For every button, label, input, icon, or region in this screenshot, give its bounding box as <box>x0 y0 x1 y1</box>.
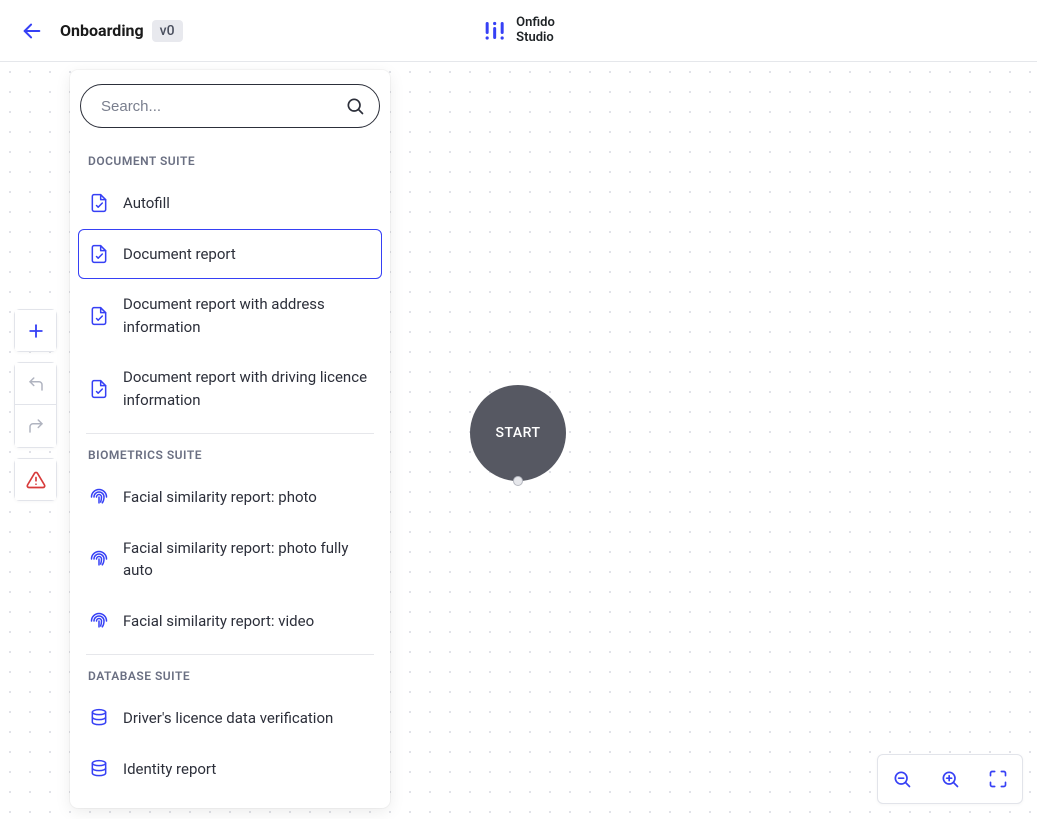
group-header: DATABASE SUITE <box>86 655 374 693</box>
item-label: Identity report <box>123 758 216 781</box>
brand-logo-icon <box>482 19 506 43</box>
redo-icon <box>27 417 45 435</box>
fullscreen-icon <box>988 769 1008 789</box>
item-facial-video[interactable]: Facial similarity report: video <box>78 596 382 647</box>
item-label: Facial similarity report: photo fully au… <box>123 537 371 582</box>
zoom-controls <box>877 754 1023 804</box>
item-facial-photo-auto[interactable]: Facial similarity report: photo fully au… <box>78 523 382 596</box>
version-badge: v0 <box>152 20 183 42</box>
item-document-report-address[interactable]: Document report with address information <box>78 279 382 352</box>
group-document-suite: DOCUMENT SUITE Autofill Document report Doc… <box>86 140 374 425</box>
search-icon <box>345 96 365 116</box>
item-label: Driver's licence data verification <box>123 707 333 730</box>
item-autofill[interactable]: Autofill <box>78 178 382 229</box>
biometric-icon <box>89 611 109 631</box>
zoom-out-button[interactable] <box>878 755 926 803</box>
database-icon <box>89 759 109 779</box>
plus-icon <box>26 321 46 341</box>
zoom-in-button[interactable] <box>926 755 974 803</box>
task-list: DOCUMENT SUITE Autofill Document report Doc… <box>70 140 390 808</box>
brand: Onfido Studio <box>482 16 555 46</box>
search-field[interactable] <box>80 84 380 128</box>
item-label: Document report <box>123 243 236 266</box>
item-label: Document report with driving licence inf… <box>123 366 371 411</box>
document-icon <box>89 244 109 264</box>
start-node-handle[interactable] <box>513 476 523 486</box>
document-icon <box>89 306 109 326</box>
back-button[interactable] <box>16 15 48 47</box>
group-header: DOCUMENT SUITE <box>86 140 374 178</box>
page-title: Onboarding <box>60 21 144 40</box>
item-label: Document report with address information <box>123 293 371 338</box>
errors-button[interactable] <box>14 458 57 501</box>
item-drivers-licence-verification[interactable]: Driver's licence data verification <box>78 693 382 744</box>
undo-button[interactable] <box>14 362 57 405</box>
brand-text: Onfido Studio <box>516 16 555 46</box>
fit-screen-button[interactable] <box>974 755 1022 803</box>
item-label: Autofill <box>123 192 170 215</box>
item-facial-photo[interactable]: Facial similarity report: photo <box>78 472 382 523</box>
brand-line1: Onfido <box>516 16 555 31</box>
search-input[interactable] <box>101 98 345 115</box>
item-document-report[interactable]: Document report <box>78 229 382 280</box>
alert-triangle-icon <box>26 470 46 490</box>
brand-line2: Studio <box>516 31 555 46</box>
add-node-button[interactable] <box>14 309 57 352</box>
item-label: Facial similarity report: photo <box>123 486 317 509</box>
canvas[interactable]: DOCUMENT SUITE Autofill Document report Doc… <box>0 62 1037 819</box>
undo-icon <box>27 375 45 393</box>
zoom-out-icon <box>892 769 912 789</box>
canvas-toolbar <box>14 309 57 501</box>
biometric-icon <box>89 487 109 507</box>
group-biometrics-suite: BIOMETRICS SUITE Facial similarity report… <box>86 433 374 646</box>
item-document-report-driving[interactable]: Document report with driving licence inf… <box>78 352 382 425</box>
item-label: Facial similarity report: video <box>123 610 314 633</box>
document-icon <box>89 379 109 399</box>
group-database-suite: DATABASE SUITE Driver's licence data veri… <box>86 654 374 808</box>
redo-button[interactable] <box>14 405 57 448</box>
item-identity-report[interactable]: Identity report <box>78 744 382 795</box>
header: Onboarding v0 Onfido Studio <box>0 0 1037 62</box>
task-panel: DOCUMENT SUITE Autofill Document report Doc… <box>70 70 390 808</box>
group-header: BIOMETRICS SUITE <box>86 434 374 472</box>
start-node[interactable]: START <box>470 385 566 481</box>
arrow-left-icon <box>21 20 43 42</box>
start-node-label: START <box>495 425 540 441</box>
database-icon <box>89 708 109 728</box>
biometric-icon <box>89 549 109 569</box>
zoom-in-icon <box>940 769 960 789</box>
item-watchlist-report[interactable]: Watchlist report <box>78 794 382 808</box>
document-icon <box>89 193 109 213</box>
